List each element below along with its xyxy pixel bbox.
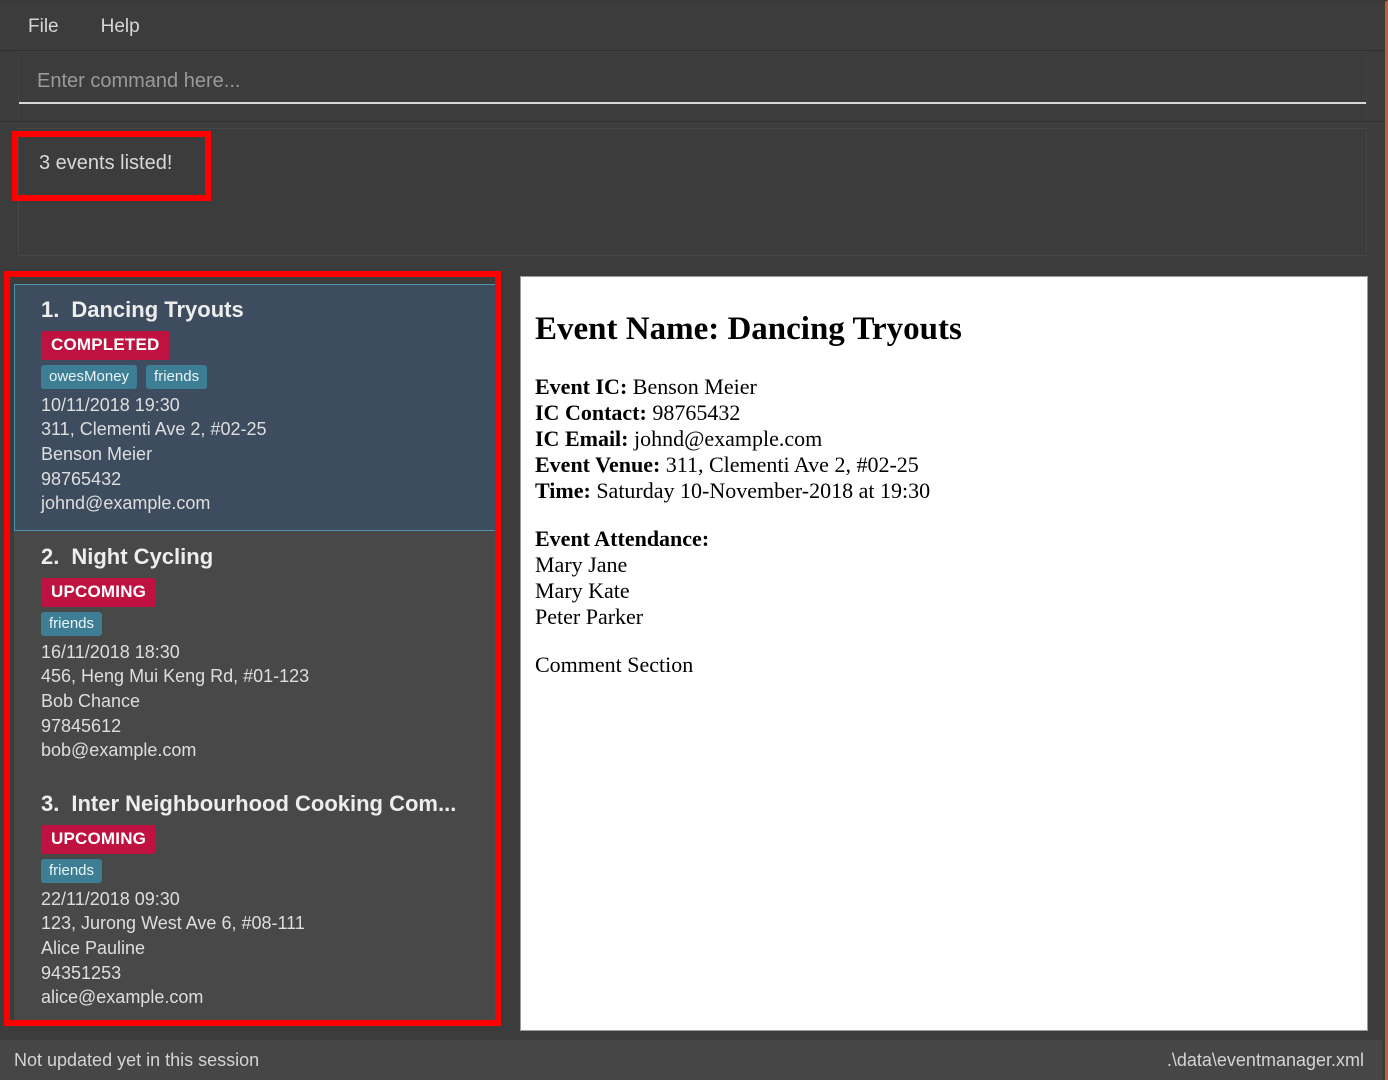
event-venue: 456, Heng Mui Keng Rd, #01-123 — [41, 666, 310, 687]
application-window: File Help 3 events listed! 1. Dancing Try… — [0, 0, 1388, 1080]
event-list-panel[interactable]: 1. Dancing Tryouts COMPLETED owesMoney fri… — [6, 276, 504, 1031]
event-tag-row: friends — [41, 611, 495, 636]
detail-attendance-label: Event Attendance: — [535, 526, 1337, 552]
event-tag-row: friends — [41, 858, 495, 883]
detail-spacer — [535, 630, 1337, 652]
event-email: johnd@example.com — [41, 493, 211, 514]
event-detail-panel: Event Name: Dancing Tryouts Event IC: Be… — [520, 276, 1368, 1031]
attendee-name: Peter Parker — [535, 603, 644, 629]
detail-field-value: 311, Clementi Ave 2, #02-25 — [665, 451, 919, 477]
tag-chip[interactable]: friends — [41, 858, 103, 883]
result-message: 3 events listed! — [39, 152, 173, 174]
event-card-index: 2. — [41, 543, 60, 569]
event-email: alice@example.com — [41, 987, 204, 1008]
event-datetime: 16/11/2018 18:30 — [41, 641, 180, 662]
status-badge: UPCOMING — [41, 577, 157, 607]
event-email: bob@example.com — [41, 740, 197, 761]
detail-field-label: IC Email: — [535, 425, 629, 451]
command-box-frame — [18, 51, 1367, 121]
command-box-container — [0, 51, 1385, 122]
detail-field-label: IC Contact: — [535, 399, 647, 425]
event-card-name: Night Cycling — [71, 543, 214, 569]
detail-field-label: Event IC: — [535, 374, 628, 399]
tag-chip[interactable]: friends — [146, 364, 208, 389]
status-badge: UPCOMING — [41, 824, 157, 854]
sync-status-text: Not updated yet in this session — [14, 1049, 260, 1070]
detail-heading: Event Name: Dancing Tryouts — [535, 311, 962, 347]
detail-field-value: Saturday 10-November-2018 at 19:30 — [596, 477, 931, 503]
detail-field-ic-email: IC Email: johnd@example.com — [535, 426, 1337, 452]
event-contact-name: Bob Chance — [41, 690, 141, 711]
event-card-index: 1. — [41, 297, 60, 322]
detail-field-ic-contact: IC Contact: 98765432 — [535, 400, 1337, 426]
event-status-row: UPCOMING — [41, 577, 495, 607]
detail-field-event-venue: Event Venue: 311, Clementi Ave 2, #02-25 — [535, 452, 1337, 478]
detail-field-label: Event Venue: — [535, 451, 661, 477]
menu-file[interactable]: File — [22, 13, 65, 40]
detail-field-value: johnd@example.com — [634, 425, 823, 451]
attendee-name: Mary Jane — [535, 551, 628, 577]
event-phone: 94351253 — [41, 962, 122, 983]
event-card-index: 3. — [41, 790, 60, 816]
event-venue: 311, Clementi Ave 2, #02-25 — [41, 419, 267, 440]
event-card-2[interactable]: 2. Night Cycling UPCOMING friends 16/11/2… — [14, 530, 496, 778]
event-card-title-row: 1. Dancing Tryouts — [41, 295, 495, 325]
event-datetime: 10/11/2018 19:30 — [41, 394, 180, 415]
event-contact-name: Benson Meier — [41, 444, 153, 464]
event-status-row: COMPLETED — [41, 330, 495, 360]
save-location-text: .\data\eventmanager.xml — [1166, 1049, 1364, 1070]
command-input[interactable] — [19, 64, 1366, 104]
detail-field-label: Time: — [535, 477, 591, 503]
result-display-frame: 3 events listed! — [18, 128, 1367, 256]
comment-section-label: Comment Section — [535, 651, 694, 677]
event-card-title-row: 3. Inter Neighbourhood Cooking Com... — [41, 789, 495, 819]
detail-field-value: 98765432 — [652, 399, 741, 425]
detail-spacer — [535, 504, 1337, 526]
tag-chip[interactable]: owesMoney — [41, 364, 138, 389]
event-card-1[interactable]: 1. Dancing Tryouts COMPLETED owesMoney fri… — [14, 284, 496, 531]
event-contact-name: Alice Pauline — [41, 937, 146, 958]
event-phone: 98765432 — [41, 468, 122, 489]
attendance-heading: Event Attendance: — [535, 525, 710, 551]
tag-chip[interactable]: friends — [41, 611, 103, 636]
detail-field-event-ic: Event IC: Benson Meier — [535, 374, 1337, 400]
event-card-name: Inter Neighbourhood Cooking Com... — [71, 790, 457, 816]
event-card-title-row: 2. Night Cycling — [41, 542, 495, 572]
status-bar: Not updated yet in this session .\data\e… — [0, 1039, 1382, 1080]
event-venue: 123, Jurong West Ave 6, #08-111 — [41, 913, 305, 934]
result-display-container: 3 events listed! — [0, 122, 1385, 264]
event-tag-row: owesMoney friends — [41, 364, 495, 389]
status-badge: COMPLETED — [41, 330, 170, 360]
menu-bar: File Help — [0, 2, 1385, 51]
event-card-3[interactable]: 3. Inter Neighbourhood Cooking Com... UPC… — [14, 777, 496, 1025]
event-datetime: 22/11/2018 09:30 — [41, 888, 180, 909]
detail-field-time: Time: Saturday 10-November-2018 at 19:30 — [535, 478, 1337, 504]
event-card-name: Dancing Tryouts — [71, 297, 244, 322]
menu-help[interactable]: Help — [95, 13, 146, 40]
event-phone: 97845612 — [41, 715, 122, 736]
detail-field-value: Benson Meier — [632, 374, 757, 399]
main-content-area: 1. Dancing Tryouts COMPLETED owesMoney fri… — [0, 270, 1382, 1039]
event-status-row: UPCOMING — [41, 824, 495, 854]
attendee-name: Mary Kate — [535, 577, 630, 603]
